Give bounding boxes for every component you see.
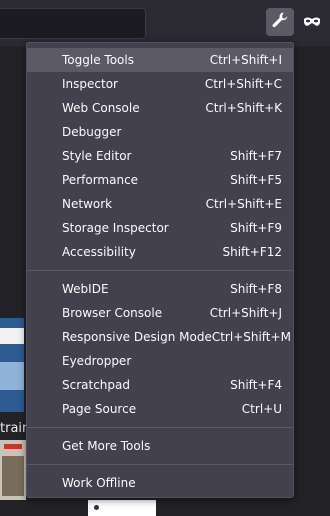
menu-item-label: Responsive Design Mode [62, 330, 212, 344]
menu-item-debugger[interactable]: Debugger [27, 120, 293, 144]
menu-item-scratchpad[interactable]: Scratchpad Shift+F4 [27, 373, 293, 397]
page-thumbnail [0, 318, 24, 412]
menu-separator [27, 464, 293, 465]
browser-toolbar [0, 0, 330, 46]
menu-item-browser-console[interactable]: Browser Console Ctrl+Shift+J [27, 301, 293, 325]
menu-item-get-more-tools[interactable]: Get More Tools [27, 434, 293, 458]
menu-item-shortcut: Ctrl+Shift+K [205, 101, 282, 115]
web-developer-menu: Toggle Tools Ctrl+Shift+I Inspector Ctrl+Sh… [26, 42, 294, 498]
menu-item-accessibility[interactable]: Accessibility Shift+F12 [27, 240, 293, 264]
menu-item-toggle-tools[interactable]: Toggle Tools Ctrl+Shift+I [27, 48, 293, 72]
menu-item-label: Performance [62, 173, 139, 187]
developer-tools-button[interactable] [266, 8, 294, 36]
page-partial-text: trainir [0, 421, 28, 436]
menu-item-work-offline[interactable]: Work Offline [27, 471, 293, 495]
menu-item-label: Debugger [62, 125, 122, 139]
menu-item-storage-inspector[interactable]: Storage Inspector Shift+F9 [27, 216, 293, 240]
menu-item-label: Eyedropper [62, 354, 132, 368]
menu-item-webide[interactable]: WebIDE Shift+F8 [27, 277, 293, 301]
menu-item-performance[interactable]: Performance Shift+F5 [27, 168, 293, 192]
menu-item-inspector[interactable]: Inspector Ctrl+Shift+C [27, 72, 293, 96]
page-thumbnail-building [0, 440, 26, 500]
menu-item-shortcut: Shift+F5 [230, 173, 282, 187]
url-bar[interactable] [0, 8, 146, 39]
menu-item-label: Work Offline [62, 476, 136, 490]
menu-item-shortcut: Shift+F7 [230, 149, 282, 163]
menu-separator [27, 427, 293, 428]
menu-item-shortcut: Ctrl+Shift+J [209, 306, 282, 320]
browser-window: trainir Toggle Tools Ctrl+Shift+I Inspecto… [0, 0, 330, 516]
page-card [88, 500, 156, 516]
menu-item-label: Toggle Tools [62, 53, 134, 67]
private-browsing-indicator [300, 10, 324, 34]
menu-item-shortcut: Ctrl+Shift+C [204, 77, 282, 91]
menu-item-shortcut: Ctrl+Shift+E [205, 197, 282, 211]
menu-item-shortcut: Ctrl+U [241, 402, 282, 416]
menu-item-label: Storage Inspector [62, 221, 169, 235]
menu-item-label: Web Console [62, 101, 140, 115]
menu-item-shortcut: Shift+F8 [230, 282, 282, 296]
menu-item-label: Get More Tools [62, 439, 151, 453]
menu-item-label: Page Source [62, 402, 137, 416]
menu-item-style-editor[interactable]: Style Editor Shift+F7 [27, 144, 293, 168]
menu-item-shortcut: Shift+F12 [222, 245, 282, 259]
private-mask-icon [303, 13, 321, 32]
menu-item-label: Style Editor [62, 149, 132, 163]
menu-item-responsive-design-mode[interactable]: Responsive Design Mode Ctrl+Shift+M [27, 325, 293, 349]
menu-item-label: Browser Console [62, 306, 163, 320]
menu-item-shortcut: Ctrl+Shift+M [211, 330, 291, 344]
menu-item-shortcut: Ctrl+Shift+I [209, 53, 282, 67]
menu-item-network[interactable]: Network Ctrl+Shift+E [27, 192, 293, 216]
menu-item-label: Inspector [62, 77, 118, 91]
menu-item-eyedropper[interactable]: Eyedropper [27, 349, 293, 373]
menu-item-page-source[interactable]: Page Source Ctrl+U [27, 397, 293, 421]
menu-item-label: Network [62, 197, 113, 211]
menu-item-label: Scratchpad [62, 378, 130, 392]
menu-item-label: Accessibility [62, 245, 136, 259]
menu-separator [27, 270, 293, 271]
menu-item-label: WebIDE [62, 282, 109, 296]
menu-item-web-console[interactable]: Web Console Ctrl+Shift+K [27, 96, 293, 120]
wrench-icon [271, 11, 289, 33]
menu-item-shortcut: Shift+F4 [230, 378, 282, 392]
menu-item-shortcut: Shift+F9 [230, 221, 282, 235]
